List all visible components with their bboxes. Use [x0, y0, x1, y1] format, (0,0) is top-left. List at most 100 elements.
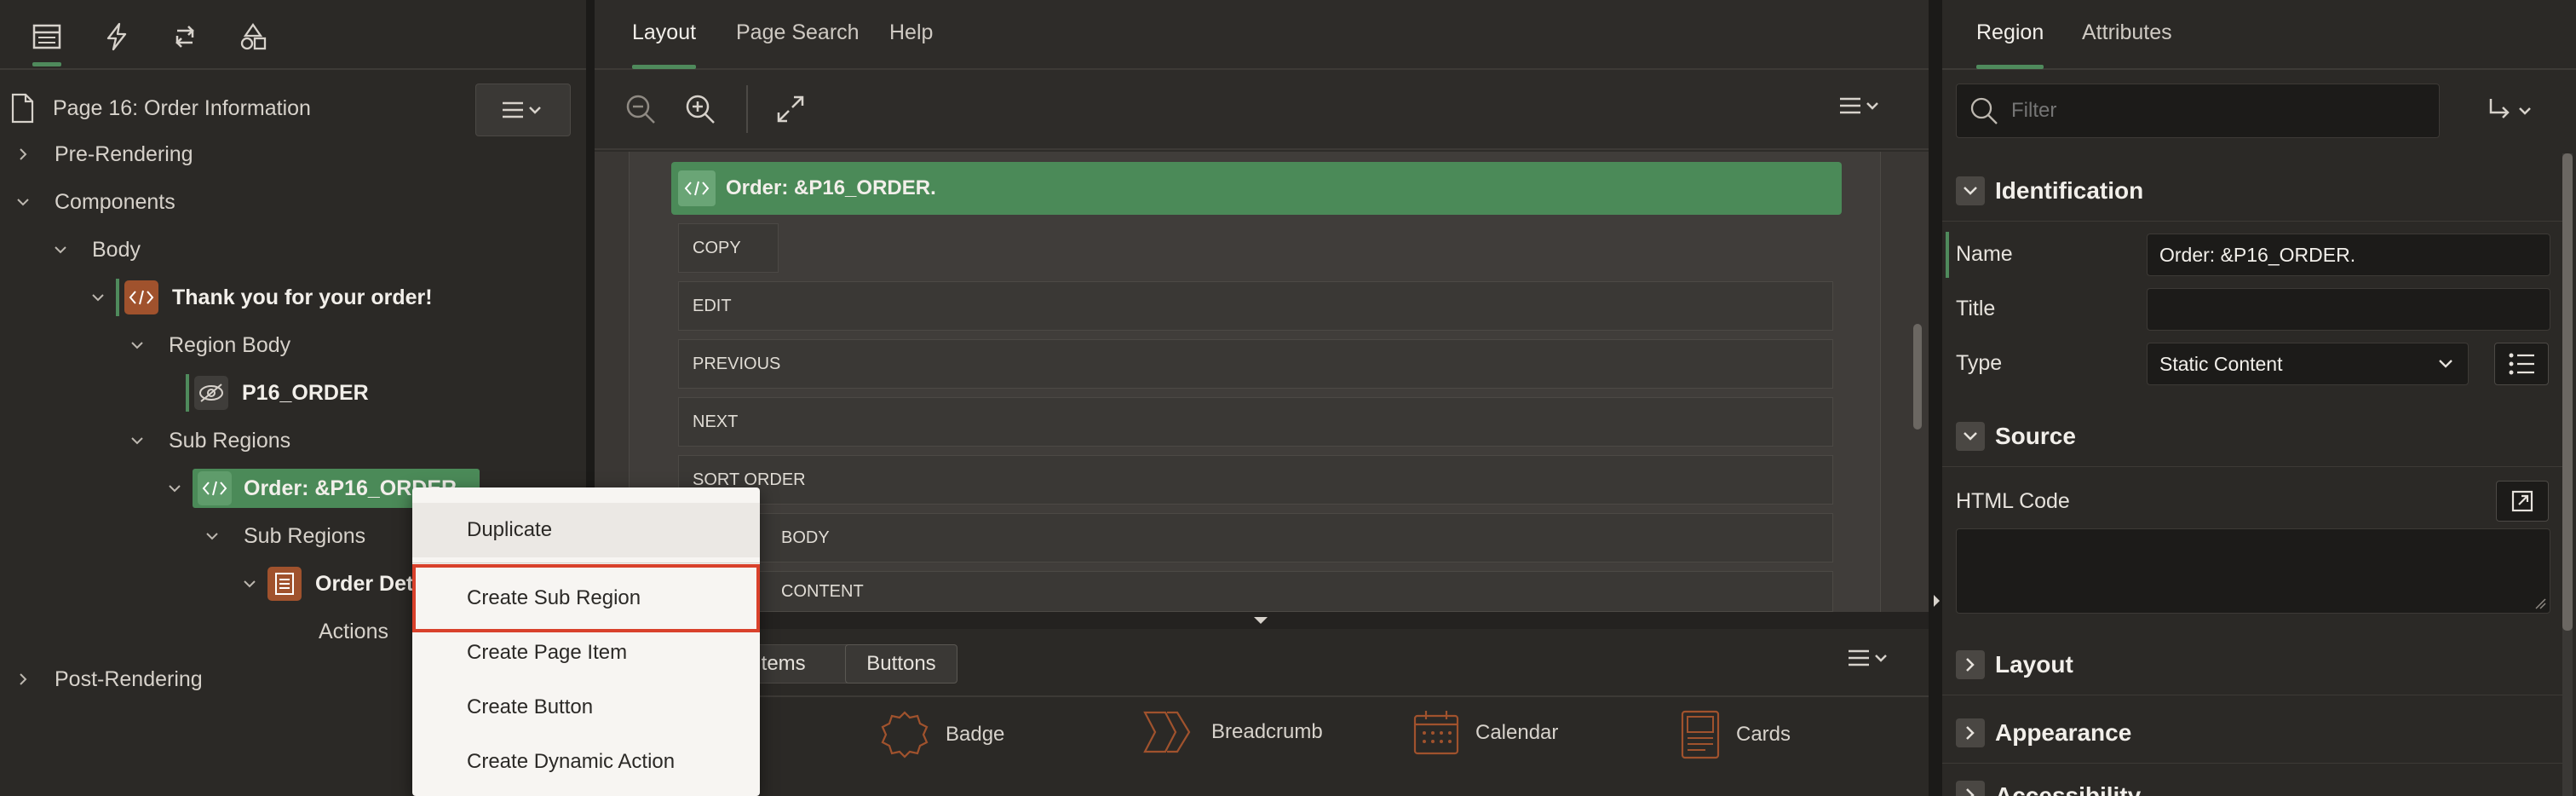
section-source[interactable]: Source: [1942, 406, 2562, 467]
section-layout[interactable]: Layout: [1942, 634, 2562, 695]
tree-label: Components: [55, 189, 175, 214]
processing-tab[interactable]: [164, 15, 206, 58]
hamburger-menu-icon: [1840, 97, 1878, 114]
chevron-right-icon: [20, 148, 27, 160]
list-icon: [2509, 353, 2534, 375]
tree-label: Actions: [319, 619, 388, 643]
shared-components-tab[interactable]: [232, 15, 274, 58]
type-select[interactable]: Static Content: [2147, 343, 2469, 385]
tree-node-item[interactable]: P16_ORDER: [186, 370, 369, 416]
current-field-marker: [1946, 232, 1949, 278]
hidden-item-icon: [194, 376, 228, 410]
gallery-item-label: Calendar: [1475, 721, 1559, 744]
position-body[interactable]: BODY: [678, 513, 1833, 562]
section-title: Source: [1995, 422, 2076, 449]
zoom-in-icon: [686, 95, 715, 124]
tree-node-post-rendering[interactable]: Post-Rendering: [15, 656, 203, 702]
chevron-down-icon: [131, 437, 143, 445]
go-to-group-button[interactable]: [2486, 94, 2539, 128]
tree-label: Sub Regions: [169, 428, 291, 453]
menu-item-create-page-item[interactable]: Create Page Item: [412, 626, 760, 680]
expand-button[interactable]: [773, 92, 808, 126]
panel-splitter[interactable]: [1929, 0, 1942, 796]
tree-label: Body: [92, 237, 141, 262]
tree-node-components[interactable]: Components: [15, 179, 175, 225]
tree-node-thank-you-region[interactable]: Thank you for your order!: [90, 274, 433, 320]
menu-item-duplicate[interactable]: Duplicate: [412, 503, 760, 557]
position-copy[interactable]: COPY: [678, 223, 779, 273]
lightning-icon: [106, 22, 127, 51]
dynamic-actions-tab[interactable]: [95, 15, 138, 58]
gallery-splitter[interactable]: [595, 612, 1929, 629]
type-list-button[interactable]: [2494, 343, 2549, 385]
breadcrumb-icon: [1143, 711, 1191, 753]
type-label: Type: [1956, 351, 2003, 375]
cards-icon: [1681, 710, 1720, 759]
section-title: Appearance: [1995, 718, 2132, 746]
rendering-tree-icon: [32, 24, 61, 49]
position-content[interactable]: CONTENT: [678, 571, 1833, 612]
chevron-down-icon: [92, 294, 104, 302]
filter-field[interactable]: [1956, 84, 2440, 138]
section-accessibility[interactable]: Accessibility: [1942, 767, 2562, 796]
tab-layout[interactable]: Layout: [632, 20, 697, 69]
order-region-header[interactable]: Order: &P16_ORDER.: [671, 162, 1842, 215]
tree-node-sub-regions-2[interactable]: Sub Regions: [204, 513, 365, 559]
position-previous[interactable]: PREVIOUS: [678, 339, 1833, 389]
rendering-tab[interactable]: [26, 15, 68, 66]
tree-menu-button[interactable]: [475, 84, 571, 136]
gallery-tab-buttons[interactable]: Buttons: [845, 644, 957, 684]
filter-input[interactable]: [2011, 99, 2420, 123]
layout-menu-button[interactable]: [1838, 94, 1886, 119]
title-field[interactable]: [2147, 288, 2550, 331]
page-icon: [11, 93, 34, 124]
name-field[interactable]: Order: &P16_ORDER.: [2147, 234, 2550, 276]
position-next[interactable]: NEXT: [678, 397, 1833, 447]
tree-node-region-body[interactable]: Region Body: [129, 322, 290, 368]
menu-item-create-button[interactable]: Create Button: [412, 680, 760, 735]
canvas-scrollbar[interactable]: [1913, 324, 1922, 430]
tree-label: P16_ORDER: [242, 380, 369, 405]
page-node[interactable]: Page 16: Order Information: [10, 85, 311, 131]
section-identification[interactable]: Identification: [1942, 160, 2562, 222]
property-tabs: Region Attributes: [1942, 0, 2576, 70]
title-label: Title: [1956, 297, 1996, 320]
section-title: Accessibility: [1995, 782, 2142, 796]
tab-page-search[interactable]: Page Search: [736, 20, 860, 45]
gallery-item-badge[interactable]: Badge: [879, 709, 1004, 760]
tree-node-pre-rendering[interactable]: Pre-Rendering: [15, 131, 193, 177]
hamburger-menu-icon: [1849, 649, 1887, 666]
menu-item-create-sub-region[interactable]: Create Sub Region: [412, 564, 760, 632]
go-to-group-icon: [2489, 99, 2531, 118]
open-editor-icon: [2511, 490, 2533, 512]
html-code-label: HTML Code: [1956, 489, 2070, 513]
zoom-out-button[interactable]: [624, 92, 658, 126]
tree-node-actions[interactable]: Actions: [319, 609, 388, 655]
code-editor-button[interactable]: [2496, 481, 2549, 522]
type-value: Static Content: [2159, 352, 2283, 375]
html-code-textarea[interactable]: [1956, 528, 2550, 614]
processing-icon: [175, 26, 194, 48]
property-scrollbar-track[interactable]: [2562, 153, 2573, 796]
tree-node-body[interactable]: Body: [53, 227, 141, 273]
chevron-right-icon: [20, 673, 27, 685]
expand-icon: [777, 95, 804, 123]
tab-region[interactable]: Region: [1976, 20, 2044, 69]
gallery-menu-button[interactable]: [1847, 646, 1895, 672]
left-panel-tabs: [0, 0, 586, 70]
center-tabs: Layout Page Search Help: [595, 0, 1929, 70]
section-appearance[interactable]: Appearance: [1942, 702, 2562, 764]
tab-help[interactable]: Help: [889, 20, 933, 45]
gallery-item-cards[interactable]: Cards: [1680, 709, 1791, 760]
zoom-in-button[interactable]: [683, 92, 717, 126]
menu-item-create-dynamic-action[interactable]: Create Dynamic Action: [412, 735, 760, 789]
chevron-down-icon: [131, 342, 143, 349]
position-sort-order[interactable]: SORT ORDER: [678, 455, 1833, 505]
gallery-item-label: Cards: [1736, 723, 1791, 746]
gallery-item-calendar[interactable]: Calendar: [1412, 709, 1558, 757]
tab-attributes[interactable]: Attributes: [2082, 20, 2172, 45]
tree-node-sub-regions[interactable]: Sub Regions: [129, 418, 290, 464]
gallery-item-breadcrumb[interactable]: Breadcrumb: [1143, 709, 1323, 755]
position-edit[interactable]: EDIT: [678, 281, 1833, 331]
static-content-icon: [198, 471, 232, 505]
